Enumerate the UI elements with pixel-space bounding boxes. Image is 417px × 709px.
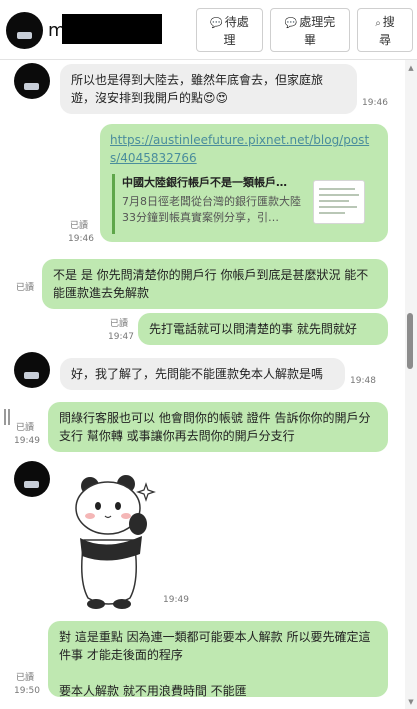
message-time: 19:50 [14,686,40,696]
scrollbar-track[interactable] [405,60,417,709]
panda-sticker [75,475,156,609]
redacted-name-block [62,14,162,44]
scrollbar-thumb[interactable] [407,313,413,369]
search-label-2: 尋 [378,33,391,47]
link-preview-title: 中國大陸銀行帳戶不是一類帳戶… [122,176,287,189]
read-receipt: 已讀 [16,673,35,683]
scroll-down-arrow-icon[interactable]: ▼ [405,698,417,708]
message-time: 19:48 [350,376,376,386]
check-bubble-icon: 💬 [284,18,298,29]
scroll-up-arrow-icon[interactable]: ▲ [405,64,417,74]
outgoing-link-message[interactable]: https://austinleefuture.pixnet.net/blog/… [100,124,388,242]
pending-button[interactable]: 💬 待處 理 [196,8,263,52]
done-label-2: 畢 [303,33,316,47]
speech-bubble-icon: 💬 [210,18,223,29]
message-time: 19:49 [163,595,189,605]
chat-header: m 💬 待處 理 💬 處理完 畢 ⌕ 搜 尋 [0,0,417,60]
done-label-1: 處理完 [299,15,336,29]
link-preview-card[interactable]: 中國大陸銀行帳戶不是一類帳戶… 7月8日徑老闆從台灣的銀行匯款大陸 33分鐘到帳… [112,174,367,234]
sender-avatar[interactable] [14,352,50,388]
mark-done-button[interactable]: 💬 處理完 畢 [270,8,350,52]
message-time: 19:49 [14,436,40,446]
outgoing-message: 不是 是 你先問清楚你的開戶行 你帳戶到底是甚麼狀況 能不能匯款進去免解款 [42,259,388,309]
outgoing-message: 對 這是重點 因為連一類都可能要本人解款 所以要先確定這件事 才能走後面的程序 … [48,621,388,698]
link-preview-thumbnail [313,180,365,224]
message-time: 19:46 [362,98,388,108]
search-button[interactable]: ⌕ 搜 尋 [357,8,413,52]
search-icon: ⌕ [375,18,381,29]
read-receipt: 已讀 [16,283,35,293]
read-receipt: 已讀 [16,423,35,433]
message-time: 19:46 [68,234,94,244]
read-receipt: 已讀 [70,221,89,231]
link-preview-description: 7月8日徑老闆從台灣的銀行匯款大陸 33分鐘到帳真實案例分享，引… [122,195,301,224]
read-receipt: 已讀 [110,319,129,329]
sender-avatar[interactable] [14,461,50,497]
pending-label-2: 理 [223,33,236,47]
incoming-message: 好，我了解了，先問能不能匯款免本人解款是嗎 [60,358,345,390]
outgoing-message: 問綠行客服也可以 他會問你的帳號 證件 告訴你你的開戶分支行 幫你轉 或事讓你再… [48,402,388,452]
pending-label-1: 待處 [224,15,249,29]
outgoing-message: 先打電話就可以問清楚的事 就先問就好 [138,313,388,345]
incoming-message: 所以也是得到大陸去，雖然年底會去，但家庭旅遊，沒安排到我開戶的點😍😍 [60,64,357,114]
message-time: 19:47 [108,332,134,342]
resize-handle[interactable] [4,409,10,425]
search-label-1: 搜 [382,15,395,29]
contact-avatar[interactable] [6,12,43,49]
sender-avatar[interactable] [14,63,50,99]
message-link[interactable]: https://austinleefuture.pixnet.net/blog/… [110,131,378,167]
